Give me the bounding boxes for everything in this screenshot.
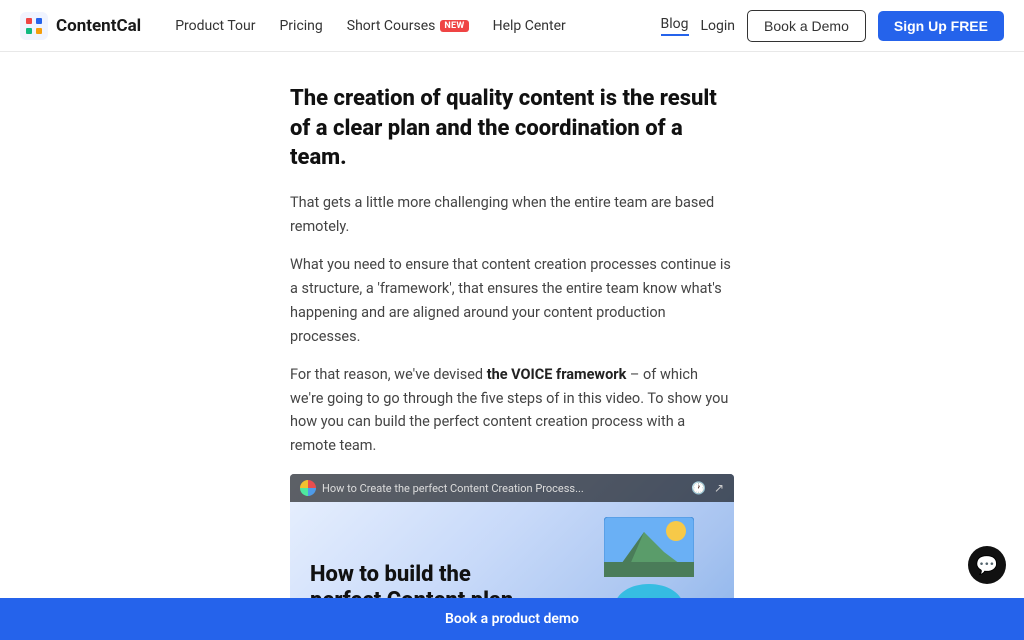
nav-product-tour[interactable]: Product Tour (165, 12, 265, 40)
video-headline: How to build the perfect Content plan (310, 562, 574, 598)
video-clock-icon[interactable]: 🕐 (691, 481, 706, 495)
book-demo-button[interactable]: Book a Demo (747, 10, 866, 42)
article-para-2: What you need to ensure that content cre… (290, 253, 734, 349)
video-topbar: How to Create the perfect Content Creati… (290, 474, 734, 502)
video-title: How to Create the perfect Content Creati… (322, 482, 584, 495)
nav-help-center[interactable]: Help Center (483, 12, 576, 40)
main-content: The creation of quality content is the r… (0, 52, 1024, 598)
nav-blog[interactable]: Blog (661, 16, 689, 36)
navbar: ContentCal Product Tour Pricing Short Co… (0, 0, 1024, 52)
nav-links: Product Tour Pricing Short Courses NEW H… (165, 12, 660, 40)
logo-icon (20, 12, 48, 40)
video-text: How to build the perfect Content plan us… (310, 504, 574, 598)
article-para-1: That gets a little more challenging when… (290, 191, 734, 239)
video-channel-icon (300, 480, 316, 496)
navbar-right: Blog Login Book a Demo Sign Up FREE (661, 10, 1004, 42)
brand-name: ContentCal (56, 16, 141, 36)
chat-icon: 💬 (976, 555, 998, 576)
signup-button[interactable]: Sign Up FREE (878, 11, 1004, 41)
new-badge: NEW (440, 20, 468, 32)
mountain-illustration (604, 517, 694, 577)
nav-short-courses[interactable]: Short Courses NEW (337, 12, 479, 40)
video-embed[interactable]: How to Create the perfect Content Creati… (290, 474, 734, 598)
chat-bubble-illustration (612, 581, 687, 598)
video-share-icon[interactable]: ↗ (714, 481, 724, 495)
nav-login[interactable]: Login (701, 18, 736, 34)
bottom-cta-bar[interactable]: Book a product demo (0, 598, 1024, 640)
nav-pricing[interactable]: Pricing (269, 12, 332, 40)
video-topbar-left: How to Create the perfect Content Creati… (300, 480, 584, 496)
video-illustration (574, 504, 724, 598)
video-content: How to Create the perfect Content Creati… (290, 474, 734, 598)
brand-logo[interactable]: ContentCal (20, 12, 141, 40)
article-heading: The creation of quality content is the r… (290, 84, 734, 173)
video-topbar-right: 🕐 ↗ (691, 481, 724, 495)
article-para-3: For that reason, we've devised the VOICE… (290, 363, 734, 459)
bottom-cta-text: Book a product demo (445, 611, 579, 627)
chat-widget[interactable]: 💬 (968, 546, 1006, 584)
